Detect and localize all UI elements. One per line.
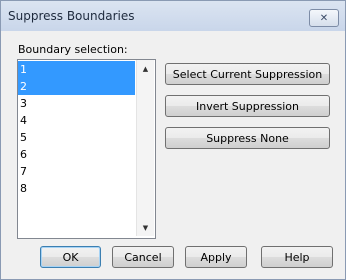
select-current-suppression-button[interactable]: Select Current Suppression [165, 63, 330, 85]
ok-button[interactable]: OK [40, 246, 101, 268]
scroll-up-button[interactable]: ▲ [137, 60, 154, 77]
cancel-button[interactable]: Cancel [112, 246, 174, 268]
list-item[interactable]: 5 [18, 129, 135, 146]
help-button[interactable]: Help [261, 246, 333, 268]
list-item[interactable]: 4 [18, 112, 135, 129]
list-item[interactable]: 3 [18, 95, 135, 112]
invert-suppression-button[interactable]: Invert Suppression [165, 95, 330, 117]
suppress-none-button[interactable]: Suppress None [165, 127, 330, 149]
boundary-selection-label: Boundary selection: [18, 43, 128, 56]
list-item[interactable]: 7 [18, 163, 135, 180]
scroll-down-button[interactable]: ▼ [137, 219, 154, 236]
dialog-title: Suppress Boundaries [8, 9, 135, 23]
list-item[interactable]: 8 [18, 180, 135, 197]
close-icon: ✕ [319, 12, 329, 24]
triangle-down-icon: ▼ [142, 223, 149, 232]
vertical-scrollbar[interactable]: ▲ ▼ [136, 60, 154, 236]
boundary-listbox[interactable]: 1 2 3 4 5 6 7 8 ▲ ▼ [17, 59, 156, 239]
title-bar[interactable]: Suppress Boundaries ✕ [1, 1, 345, 31]
close-button[interactable]: ✕ [309, 9, 339, 27]
triangle-up-icon: ▲ [142, 64, 149, 73]
suppress-boundaries-dialog: Suppress Boundaries ✕ Boundary selection… [0, 0, 346, 280]
list-item[interactable]: 6 [18, 146, 135, 163]
apply-button[interactable]: Apply [185, 246, 247, 268]
list-item[interactable]: 2 [18, 78, 135, 95]
list-item[interactable]: 1 [18, 61, 135, 78]
